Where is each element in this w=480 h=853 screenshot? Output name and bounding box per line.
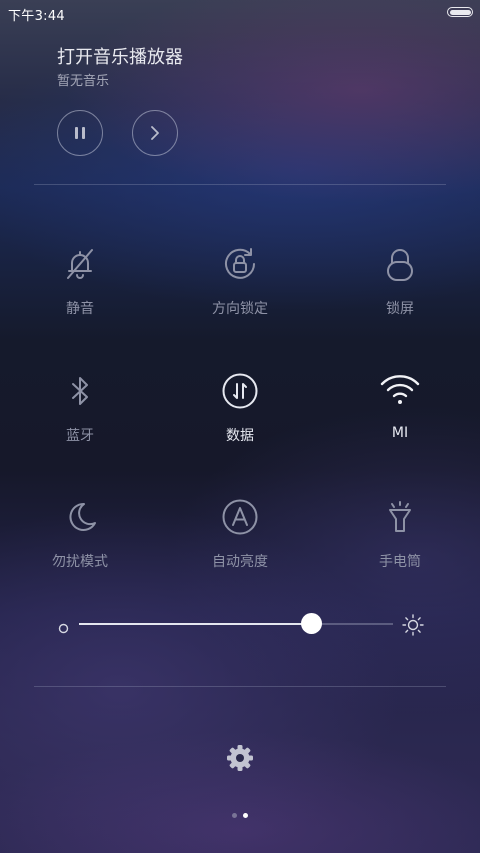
toggle-rotation-lock-label: 方向锁定 xyxy=(212,301,268,317)
toggle-do-not-disturb-label: 勿扰模式 xyxy=(52,554,108,570)
toggle-wifi-label: MI xyxy=(391,425,409,441)
settings-button[interactable] xyxy=(224,742,256,774)
brightness-slider[interactable] xyxy=(79,613,393,634)
toggle-auto-brightness[interactable]: 自动亮度 xyxy=(180,497,300,587)
next-button[interactable] xyxy=(132,110,178,156)
music-player-subtitle: 暂无音乐 xyxy=(57,74,110,89)
rotation-lock-icon xyxy=(220,244,260,284)
status-bar: 下午3:44 xyxy=(0,0,480,26)
pause-icon xyxy=(75,127,85,139)
divider-top xyxy=(34,184,446,185)
status-time: 下午3:44 xyxy=(8,9,65,24)
page-dot-1 xyxy=(232,813,237,818)
toggle-do-not-disturb[interactable]: 勿扰模式 xyxy=(20,497,140,587)
divider-bottom xyxy=(34,686,446,687)
toggle-flashlight-label: 手电筒 xyxy=(379,554,421,570)
music-player-title[interactable]: 打开音乐播放器 xyxy=(57,43,183,69)
bluetooth-icon xyxy=(60,371,100,411)
toggle-mute[interactable]: 静音 xyxy=(20,244,140,334)
toggle-lock-screen[interactable]: 锁屏 xyxy=(340,244,460,334)
brightness-high-icon xyxy=(402,614,424,640)
auto-brightness-icon xyxy=(220,497,260,537)
next-icon xyxy=(151,126,159,140)
bell-off-icon xyxy=(60,244,100,284)
toggle-wifi[interactable]: MI xyxy=(340,371,460,461)
battery-icon xyxy=(447,7,473,17)
lock-icon xyxy=(380,244,420,284)
page-indicator xyxy=(230,813,250,819)
toggle-mute-label: 静音 xyxy=(66,301,94,317)
toggle-mobile-data[interactable]: 数据 xyxy=(180,371,300,461)
toggle-bluetooth-label: 蓝牙 xyxy=(66,428,94,444)
toggle-bluetooth[interactable]: 蓝牙 xyxy=(20,371,140,461)
pause-button[interactable] xyxy=(57,110,103,156)
page-dot-2 xyxy=(243,813,248,818)
toggle-auto-brightness-label: 自动亮度 xyxy=(212,554,268,570)
flashlight-icon xyxy=(380,497,420,537)
wifi-icon xyxy=(380,371,420,411)
toggle-rotation-lock[interactable]: 方向锁定 xyxy=(180,244,300,334)
toggle-flashlight[interactable]: 手电筒 xyxy=(340,497,460,587)
mobile-data-icon xyxy=(220,371,260,411)
brightness-slider-fill xyxy=(79,623,312,625)
moon-icon xyxy=(60,497,100,537)
brightness-low-icon xyxy=(58,619,69,638)
toggle-lock-screen-label: 锁屏 xyxy=(386,301,414,317)
gear-icon xyxy=(227,745,253,771)
brightness-slider-handle[interactable] xyxy=(301,613,323,634)
toggle-mobile-data-label: 数据 xyxy=(226,428,254,444)
